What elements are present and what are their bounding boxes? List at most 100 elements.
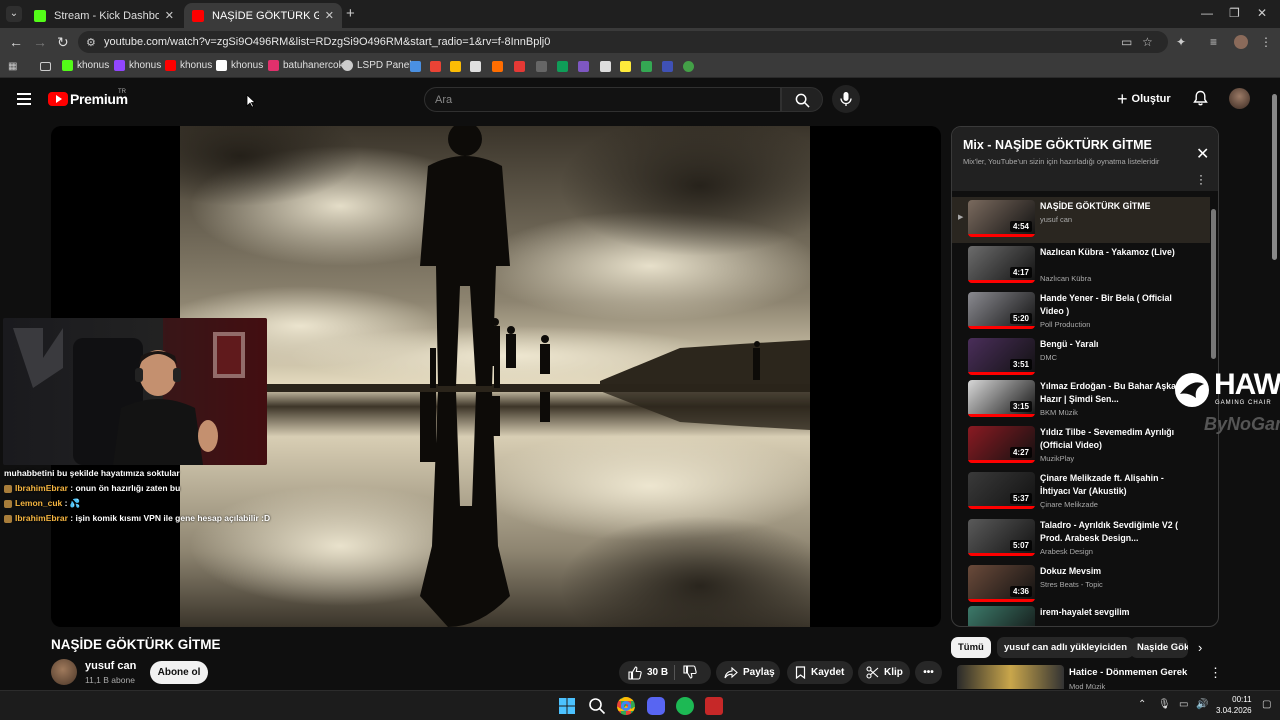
bookmark-icon[interactable] — [410, 61, 421, 72]
playlist-thumbnail[interactable]: 3:15 — [968, 380, 1035, 417]
media-icon[interactable]: ≡ — [1210, 35, 1217, 49]
save-button[interactable]: Kaydet — [787, 661, 853, 684]
bookmark-icon[interactable] — [683, 61, 694, 72]
bookmark-lspd-panel[interactable]: LSPD Panel — [342, 60, 411, 71]
search-icon[interactable] — [588, 697, 606, 715]
youtube-logo-icon[interactable] — [48, 92, 68, 106]
recommended-thumbnail[interactable] — [957, 665, 1064, 689]
forward-icon[interactable]: → — [33, 34, 47, 50]
scrollbar-thumb[interactable] — [1272, 94, 1277, 260]
playlist-item-title[interactable]: Nazlıcan Kübra - Yakamoz (Live) — [1040, 246, 1180, 259]
bookmark-icon[interactable] — [492, 61, 503, 72]
search-button[interactable] — [781, 87, 823, 112]
chip-from-uploader[interactable]: yusuf can adlı yükleyiciden — [997, 637, 1135, 658]
mix-title[interactable]: Mix - NAŞİDE GÖKTÜRK GİTME — [963, 138, 1152, 152]
bookmark-icon[interactable] — [536, 61, 547, 72]
playlist-thumbnail[interactable]: 3:51 — [968, 338, 1035, 375]
playlist-item-title[interactable]: Taladro - Ayrıldık Sevdiğimle V2 ( Prod.… — [1040, 519, 1180, 545]
playlist-thumbnail[interactable]: 4:17 — [968, 246, 1035, 283]
recommended-video[interactable]: Hatice - Dönmemen Gerek Mod Müzik ⋮ — [957, 665, 1222, 691]
playlist-thumbnail[interactable] — [968, 606, 1035, 626]
playlist-item[interactable]: 4:27 Yıldız Tilbe - Sevemedim Ayrılığı (O… — [952, 423, 1210, 469]
playlist-scrollbar[interactable] — [1210, 199, 1216, 623]
chrome-menu-icon[interactable]: ⋮ — [1260, 35, 1272, 49]
menu-icon[interactable] — [17, 93, 31, 105]
bookmark-khonus-x[interactable]: khonus — [216, 60, 263, 71]
bookmark-icon[interactable] — [578, 61, 589, 72]
discord-icon[interactable] — [647, 697, 665, 715]
bookmark-icon[interactable] — [620, 61, 631, 72]
more-actions-button[interactable]: ••• — [915, 661, 942, 684]
create-button[interactable]: + Oluştur — [1117, 88, 1171, 110]
app-icon[interactable] — [705, 697, 723, 715]
close-window-icon[interactable]: ✕ — [1257, 6, 1267, 20]
scrollbar-thumb[interactable] — [1211, 209, 1216, 359]
minimize-icon[interactable]: — — [1201, 6, 1213, 20]
chip-all[interactable]: Tümü — [951, 637, 991, 658]
reload-icon[interactable]: ↻ — [57, 34, 69, 51]
playlist-item[interactable]: irem-hayalet sevgilim — [952, 603, 1210, 626]
back-icon[interactable]: ← — [9, 34, 23, 50]
playlist-thumbnail[interactable]: 5:20 — [968, 292, 1035, 329]
more-icon[interactable]: ⋮ — [1209, 665, 1222, 681]
chrome-icon[interactable] — [617, 697, 635, 715]
chevron-up-icon[interactable]: ⌃ — [1138, 699, 1146, 710]
playlist-item[interactable]: 3:51 Bengü - Yaralı DMC — [952, 335, 1210, 381]
microphone-tray-icon[interactable]: 🎙 — [1158, 699, 1171, 710]
folder-icon[interactable] — [40, 62, 51, 71]
chip-related[interactable]: Naşide Gök — [1130, 637, 1188, 658]
chevron-right-icon[interactable]: › — [1198, 640, 1202, 655]
notification-icon[interactable]: ▢ — [1262, 699, 1271, 710]
subscribe-button[interactable]: Abone ol — [150, 661, 208, 684]
bookmark-star-icon[interactable]: ☆ — [1142, 35, 1153, 49]
thumbs-down-icon[interactable] — [683, 665, 697, 679]
bookmark-icon[interactable] — [662, 61, 673, 72]
playlist-item[interactable]: 4:36 Dokuz Mevsim Stres Beats - Topic — [952, 562, 1210, 608]
playlist-thumbnail[interactable]: 4:27 — [968, 426, 1035, 463]
playlist-menu-icon[interactable]: · · · — [1199, 169, 1203, 189]
playlist-thumbnail[interactable]: 5:37 — [968, 472, 1035, 509]
page-scrollbar[interactable] — [1270, 86, 1278, 690]
windows-start-icon[interactable] — [558, 697, 576, 715]
video-frame[interactable] — [180, 126, 810, 627]
apps-icon[interactable]: ▦ — [8, 61, 19, 72]
tab-search-button[interactable]: ⌄ — [6, 6, 22, 22]
tab-youtube[interactable]: NAŞİDE GÖKTÜRK GİTME - You ✕ — [184, 3, 342, 28]
bookmark-icon[interactable] — [430, 61, 441, 72]
bookmark-icon[interactable] — [450, 61, 461, 72]
playlist-item[interactable]: 5:20 Hande Yener - Bir Bela ( Official Vi… — [952, 289, 1210, 335]
address-bar[interactable]: ⚙ youtube.com/watch?v=zgSi9O496RM&list=R… — [78, 31, 1168, 53]
playlist-item[interactable]: 5:37 Çinare Melikzade ft. Alişahin - İhti… — [952, 469, 1210, 515]
bookmark-icon[interactable] — [641, 61, 652, 72]
recommended-title[interactable]: Hatice - Dönmemen Gerek — [1069, 667, 1187, 678]
bookmark-khonus-twitch[interactable]: khonus — [114, 60, 161, 71]
playlist-item[interactable]: ▶ 4:54 NAŞİDE GÖKTÜRK GİTME yusuf can — [952, 197, 1210, 243]
bookmark-icon[interactable] — [600, 61, 611, 72]
bookmark-khonus-youtube[interactable]: khonus — [165, 60, 212, 71]
system-clock[interactable]: 00:11 3.04.2026 — [1216, 694, 1252, 716]
playlist-thumbnail[interactable]: 5:07 — [968, 519, 1035, 556]
playlist-item-title[interactable]: Çinare Melikzade ft. Alişahin - İhtiyacı… — [1040, 472, 1180, 498]
playlist-item[interactable]: 5:07 Taladro - Ayrıldık Sevdiğimle V2 ( P… — [952, 516, 1210, 562]
playlist-item-title[interactable]: Yıldız Tilbe - Sevemedim Ayrılığı (Offic… — [1040, 426, 1180, 452]
profile-avatar[interactable] — [1234, 35, 1248, 49]
tab-kick-dashboard[interactable]: Stream - Kick Dashboard ✕ — [26, 3, 182, 28]
playlist-thumbnail[interactable]: 4:54 — [968, 200, 1035, 237]
bookmark-icon[interactable] — [470, 61, 481, 72]
voice-search-button[interactable] — [832, 85, 860, 113]
network-icon[interactable]: ▭ — [1179, 699, 1188, 710]
bookmark-khonus-kick[interactable]: khonus — [62, 60, 109, 71]
restore-icon[interactable]: ❐ — [1229, 6, 1240, 20]
playlist-item-title[interactable]: Hande Yener - Bir Bela ( Official Video … — [1040, 292, 1180, 318]
close-tab-icon[interactable]: ✕ — [165, 9, 174, 22]
search-input[interactable]: Ara — [424, 87, 781, 112]
site-info-icon[interactable]: ⚙ — [86, 36, 96, 49]
share-button[interactable]: Paylaş — [716, 661, 780, 684]
playlist-item-title[interactable]: Yılmaz Erdoğan - Bu Bahar Aşka Hazır | Ş… — [1040, 380, 1180, 406]
volume-icon[interactable]: 🔊 — [1196, 699, 1208, 710]
playlist-item-title[interactable]: Bengü - Yaralı — [1040, 338, 1180, 351]
channel-avatar[interactable] — [51, 659, 77, 685]
playlist-thumbnail[interactable]: 4:36 — [968, 565, 1035, 602]
close-tab-icon[interactable]: ✕ — [325, 9, 334, 22]
account-avatar[interactable] — [1229, 88, 1250, 109]
